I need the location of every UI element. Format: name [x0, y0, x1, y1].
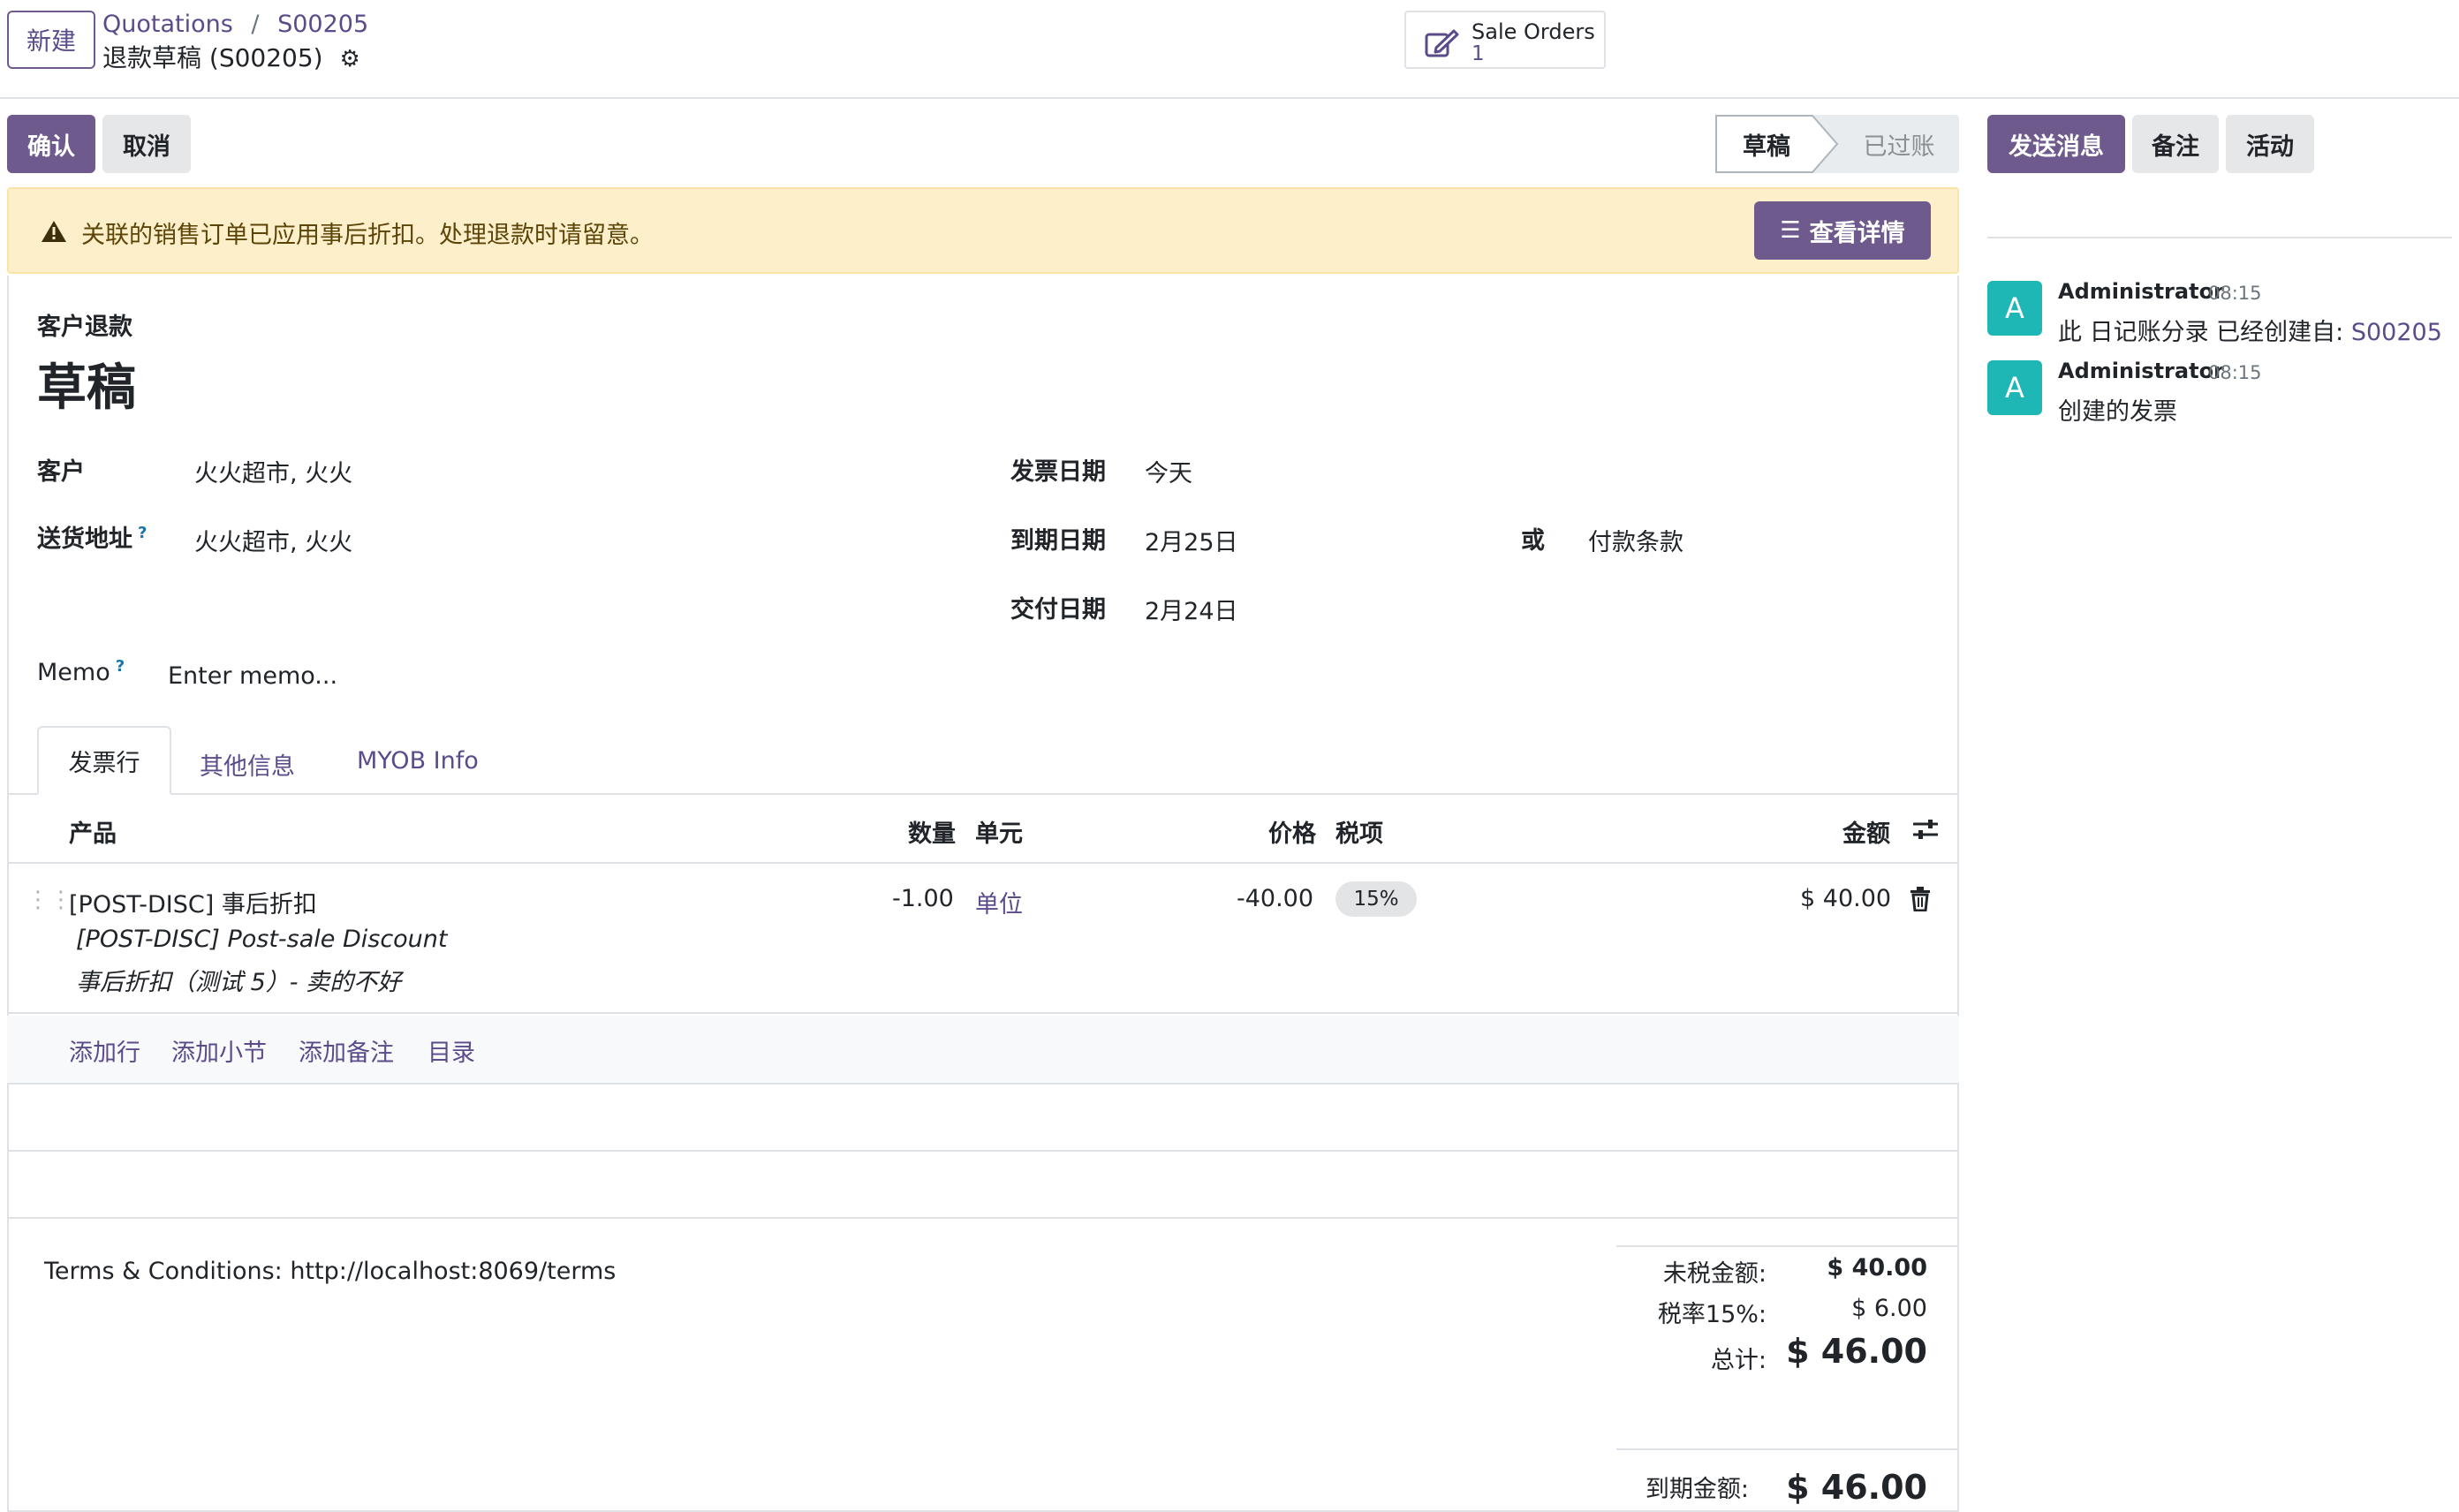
control-panel	[0, 0, 2459, 99]
total-value: $ 46.00	[1786, 1332, 1927, 1371]
line-description-2: 事后折扣（测试 5）- 卖的不好	[76, 969, 402, 996]
message-body-text: 此 日记账分录 已经创建自:	[2058, 319, 2351, 346]
untaxed-value: $ 40.00	[1827, 1254, 1927, 1281]
send-message-button[interactable]: 发送消息	[1987, 115, 2125, 173]
delivery-address-field[interactable]: 火火超市, 火火	[194, 523, 352, 557]
chatter-divider	[1987, 237, 2452, 238]
document-type: 客户退款	[37, 314, 132, 341]
amount-due-label: 到期金额:	[1645, 1476, 1749, 1503]
delivery-help-icon[interactable]: ?	[138, 524, 147, 542]
post-discount-alert: 关联的销售订单已应用事后折扣。处理退款时请留意。 ☰ 查看详情	[7, 187, 1959, 274]
column-taxes[interactable]: 税项	[1335, 814, 1383, 849]
activity-button[interactable]: 活动	[2226, 115, 2314, 173]
trash-icon[interactable]	[1910, 887, 1931, 911]
breadcrumb-quotations[interactable]: Quotations	[102, 11, 233, 38]
record-title: 退款草稿 (S00205) ⚙	[102, 39, 360, 74]
gear-icon[interactable]: ⚙	[340, 46, 360, 72]
message-author[interactable]: Administrator	[2058, 359, 2224, 383]
due-date-field[interactable]: 2月25日	[1145, 523, 1238, 557]
totals-top-line	[1616, 1245, 1959, 1247]
tab-invoice-lines[interactable]: 发票行	[37, 726, 171, 795]
memo-help-icon[interactable]: ?	[116, 657, 125, 676]
delivery-date-label: 交付日期	[1010, 596, 1106, 624]
avatar[interactable]: A	[1987, 281, 2042, 336]
add-note-link[interactable]: 添加备注	[299, 1033, 394, 1068]
line-quantity[interactable]: -1.00	[892, 885, 954, 912]
line-product[interactable]: [POST-DISC] 事后折扣	[69, 885, 317, 919]
tab-invoice-lines-label: 发票行	[68, 749, 140, 777]
list-icon: ☰	[1780, 217, 1801, 244]
alert-text: 关联的销售订单已应用事后折扣。处理退款时请留意。	[81, 222, 654, 249]
empty-row-line-1	[7, 1150, 1959, 1152]
column-product[interactable]: 产品	[69, 814, 117, 849]
view-details-label: 查看详情	[1809, 219, 1905, 247]
cancel-button[interactable]: 取消	[102, 115, 191, 173]
column-settings-icon[interactable]	[1911, 816, 1940, 843]
memo-label-text: Memo	[37, 659, 110, 686]
record-title-text: 退款草稿 (S00205)	[102, 43, 323, 72]
breadcrumb-s00205[interactable]: S00205	[277, 11, 368, 38]
warning-icon	[42, 221, 66, 242]
message-body: 创建的发票	[2058, 398, 2177, 426]
breadcrumb-separator: /	[251, 11, 260, 38]
untaxed-label: 未税金额:	[1662, 1260, 1767, 1288]
invoice-date-field[interactable]: 今天	[1145, 454, 1192, 488]
delivery-date-field[interactable]: 2月24日	[1145, 592, 1238, 626]
state-title: 草稿	[37, 359, 136, 417]
message-author[interactable]: Administrator	[2058, 279, 2224, 304]
catalog-link[interactable]: 目录	[427, 1033, 475, 1068]
payment-terms-field[interactable]: 付款条款	[1588, 523, 1683, 557]
column-price[interactable]: 价格	[1268, 814, 1316, 849]
line-description-1: [POST-DISC] Post-sale Discount	[76, 926, 448, 953]
tax-label: 税率15%:	[1657, 1301, 1767, 1328]
add-line-link[interactable]: 添加行	[69, 1033, 140, 1068]
memo-input[interactable]: Enter memo...	[168, 662, 337, 690]
tab-myob-info[interactable]: MYOB Info	[357, 747, 479, 775]
drag-handle-icon[interactable]: ⋮⋮	[26, 887, 72, 913]
edit-icon	[1425, 29, 1459, 57]
line-amount: $ 40.00	[1800, 885, 1892, 912]
line-price[interactable]: -40.00	[1237, 885, 1313, 912]
sale-orders-smart-button[interactable]: Sale Orders 1	[1404, 11, 1606, 69]
amount-due-value: $ 46.00	[1786, 1468, 1927, 1507]
smart-button-label: Sale Orders	[1472, 19, 1595, 44]
column-quantity[interactable]: 数量	[908, 814, 956, 849]
memo-label: Memo?	[37, 657, 125, 686]
add-section-link[interactable]: 添加小节	[171, 1033, 267, 1068]
customer-field[interactable]: 火火超市, 火火	[194, 454, 352, 488]
message-time: 08:15	[2208, 283, 2262, 304]
invoice-date-label: 发票日期	[1010, 458, 1106, 486]
line-tax-label: 15%	[1353, 888, 1399, 911]
message-time: 08:15	[2208, 362, 2262, 383]
total-label: 总计:	[1710, 1347, 1767, 1374]
amount-due-line	[1616, 1448, 1959, 1450]
customer-label: 客户	[37, 458, 85, 486]
smart-button-count: 1	[1472, 42, 1485, 65]
status-draft[interactable]: 草稿	[1715, 115, 1818, 173]
delivery-address-label: 送货地址?	[37, 519, 147, 554]
tab-other-info[interactable]: 其他信息	[200, 747, 295, 782]
view-details-button[interactable]: ☰ 查看详情	[1754, 201, 1931, 260]
delivery-address-label-text: 送货地址	[37, 525, 132, 553]
breadcrumb: Quotations / S00205	[102, 11, 368, 38]
log-note-button[interactable]: 备注	[2132, 115, 2219, 173]
tax-value: $ 6.00	[1851, 1295, 1927, 1322]
due-date-label: 到期日期	[1010, 527, 1106, 555]
message-link-s00205[interactable]: S00205	[2351, 319, 2442, 346]
empty-row-line-2	[7, 1217, 1959, 1219]
or-label: 或	[1521, 527, 1545, 555]
avatar[interactable]: A	[1987, 360, 2042, 415]
status-posted[interactable]: 已过账	[1846, 115, 1952, 173]
confirm-button[interactable]: 确认	[7, 115, 95, 173]
message-body: 此 日记账分录 已经创建自: S00205	[2058, 313, 2442, 347]
line-tax-badge[interactable]: 15%	[1335, 881, 1417, 917]
new-button[interactable]: 新建	[7, 11, 95, 69]
line-unit[interactable]: 单位	[975, 885, 1023, 919]
column-unit[interactable]: 单元	[975, 814, 1023, 849]
column-amount[interactable]: 金额	[1842, 814, 1890, 849]
terms-conditions: Terms & Conditions: http://localhost:806…	[44, 1258, 617, 1285]
